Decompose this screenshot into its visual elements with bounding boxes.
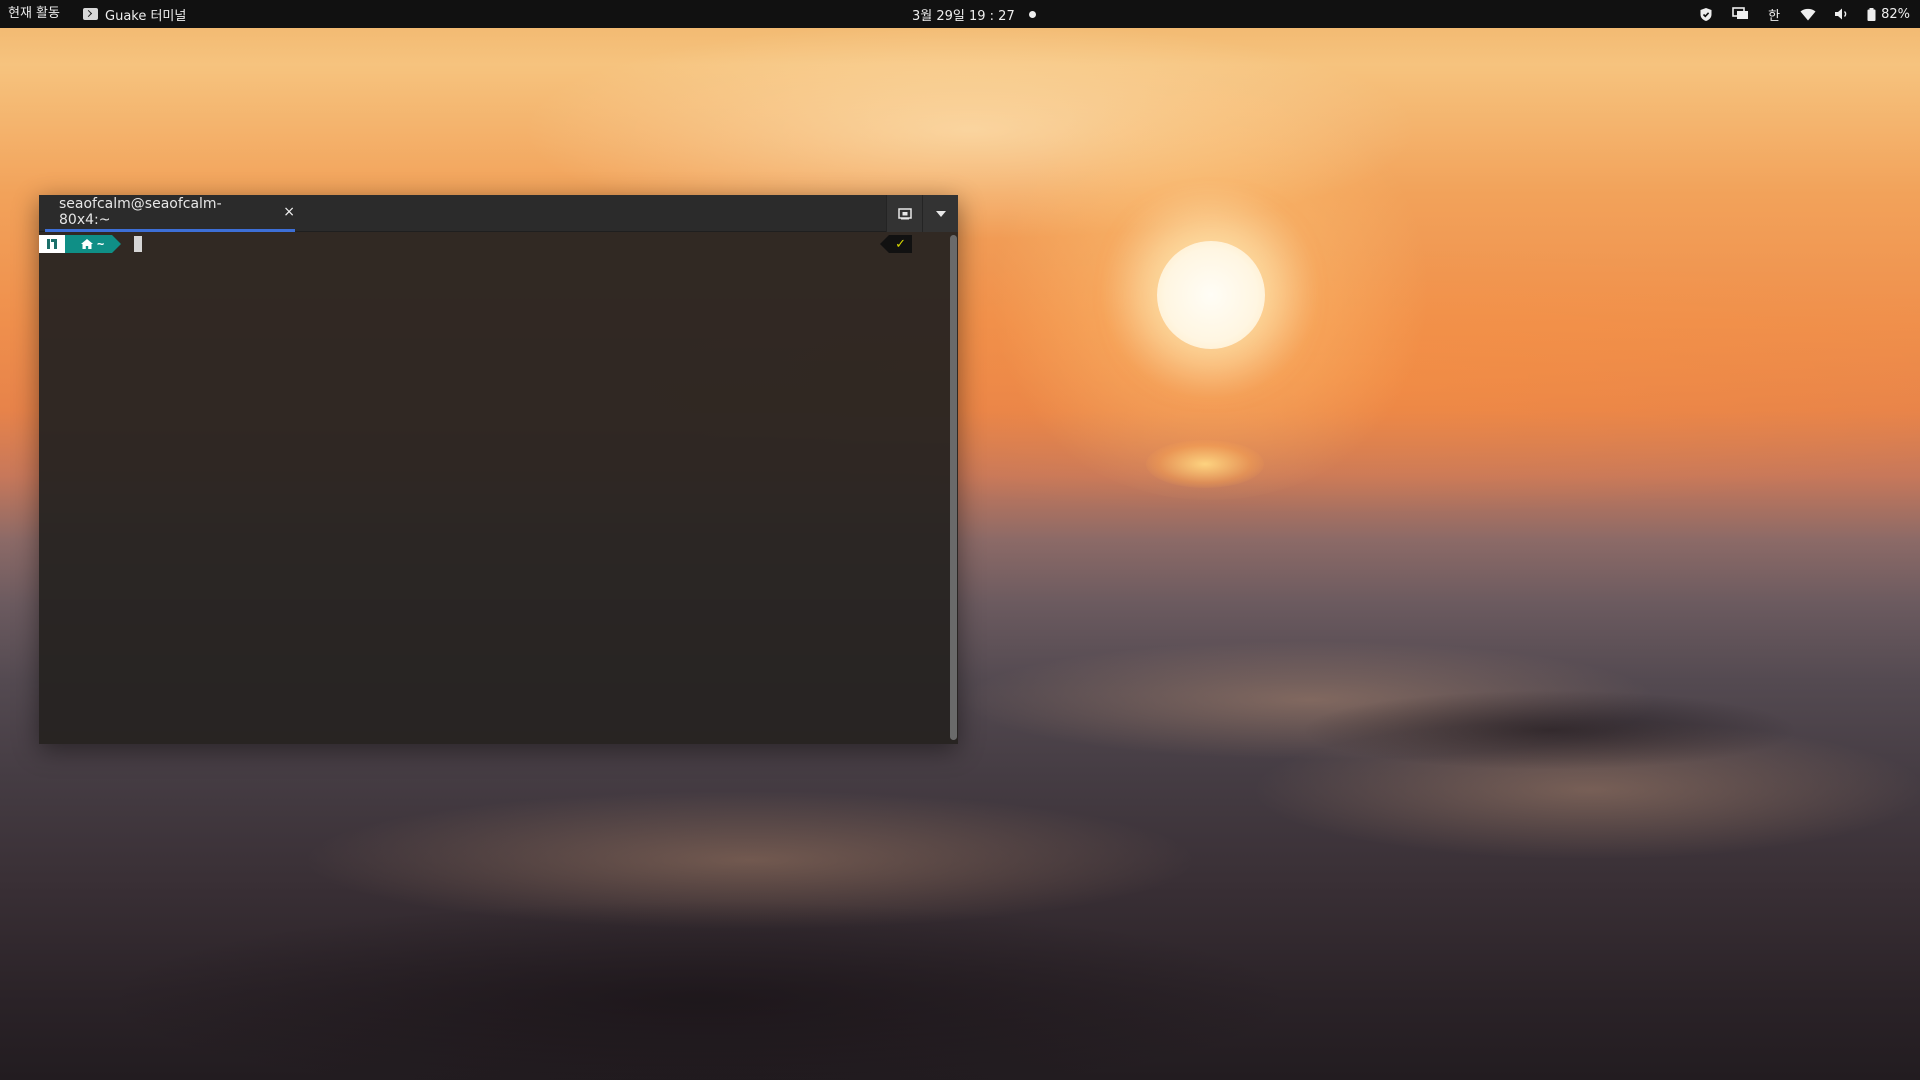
new-tab-button[interactable] bbox=[886, 195, 922, 232]
input-method-indicator[interactable]: 한 bbox=[1765, 5, 1783, 24]
sun bbox=[1157, 241, 1265, 349]
scrollbar-thumb[interactable] bbox=[950, 235, 957, 740]
guake-terminal-window[interactable]: seaofcalm@seaofcalm-80x4:~ × ~ ✓ bbox=[39, 195, 958, 744]
battery-indicator[interactable]: 82% bbox=[1867, 7, 1910, 22]
tab-bar-buttons bbox=[886, 195, 958, 232]
clock-menu[interactable]: 3월 29일 19 : 27 bbox=[912, 0, 1036, 28]
directory-segment: ~ bbox=[65, 235, 122, 253]
status-ok: ✓ bbox=[889, 235, 912, 253]
tab-title: seaofcalm@seaofcalm-80x4:~ bbox=[59, 196, 222, 228]
terminal-cursor bbox=[134, 236, 143, 252]
right-prompt-status: ✓ bbox=[880, 235, 912, 253]
sun-reflection bbox=[1146, 440, 1264, 488]
shield-icon[interactable] bbox=[1697, 5, 1715, 23]
status-arrow bbox=[880, 235, 890, 253]
activities-button[interactable]: 현재 활동 bbox=[8, 0, 60, 28]
battery-percent: 82% bbox=[1881, 6, 1910, 22]
new-tab-icon bbox=[897, 207, 912, 219]
system-tray: 한 82% bbox=[1697, 0, 1910, 28]
clock-label: 3월 29일 19 : 27 bbox=[912, 8, 1015, 24]
wave-shadow bbox=[100, 900, 1300, 1080]
chevron-down-icon bbox=[935, 210, 946, 217]
notification-dot-icon bbox=[1028, 10, 1036, 18]
prompt-directory: ~ bbox=[97, 237, 105, 251]
app-name: Guake 터미널 bbox=[105, 8, 187, 24]
terminal-tab[interactable]: seaofcalm@seaofcalm-80x4:~ × bbox=[45, 195, 295, 232]
terminal-icon bbox=[83, 8, 98, 20]
menu-button[interactable] bbox=[922, 195, 958, 232]
os-logo-icon bbox=[47, 239, 57, 249]
tab-bar: seaofcalm@seaofcalm-80x4:~ × bbox=[39, 195, 958, 232]
os-segment bbox=[39, 235, 74, 253]
app-menu[interactable]: Guake 터미널 bbox=[83, 0, 186, 28]
close-icon[interactable]: × bbox=[283, 204, 295, 220]
screen-share-icon[interactable] bbox=[1731, 5, 1749, 23]
terminal-scrollbar[interactable] bbox=[950, 235, 957, 740]
volume-icon[interactable] bbox=[1833, 5, 1851, 23]
wave-shadow bbox=[1300, 690, 1800, 770]
battery-icon bbox=[1867, 7, 1876, 21]
top-bar: 현재 활동 Guake 터미널 3월 29일 19 : 27 한 82% bbox=[0, 0, 1920, 28]
terminal-output-area[interactable]: ~ ✓ bbox=[39, 233, 944, 744]
wifi-icon[interactable] bbox=[1799, 5, 1817, 23]
shell-prompt: ~ bbox=[39, 235, 143, 253]
home-icon bbox=[81, 239, 93, 249]
